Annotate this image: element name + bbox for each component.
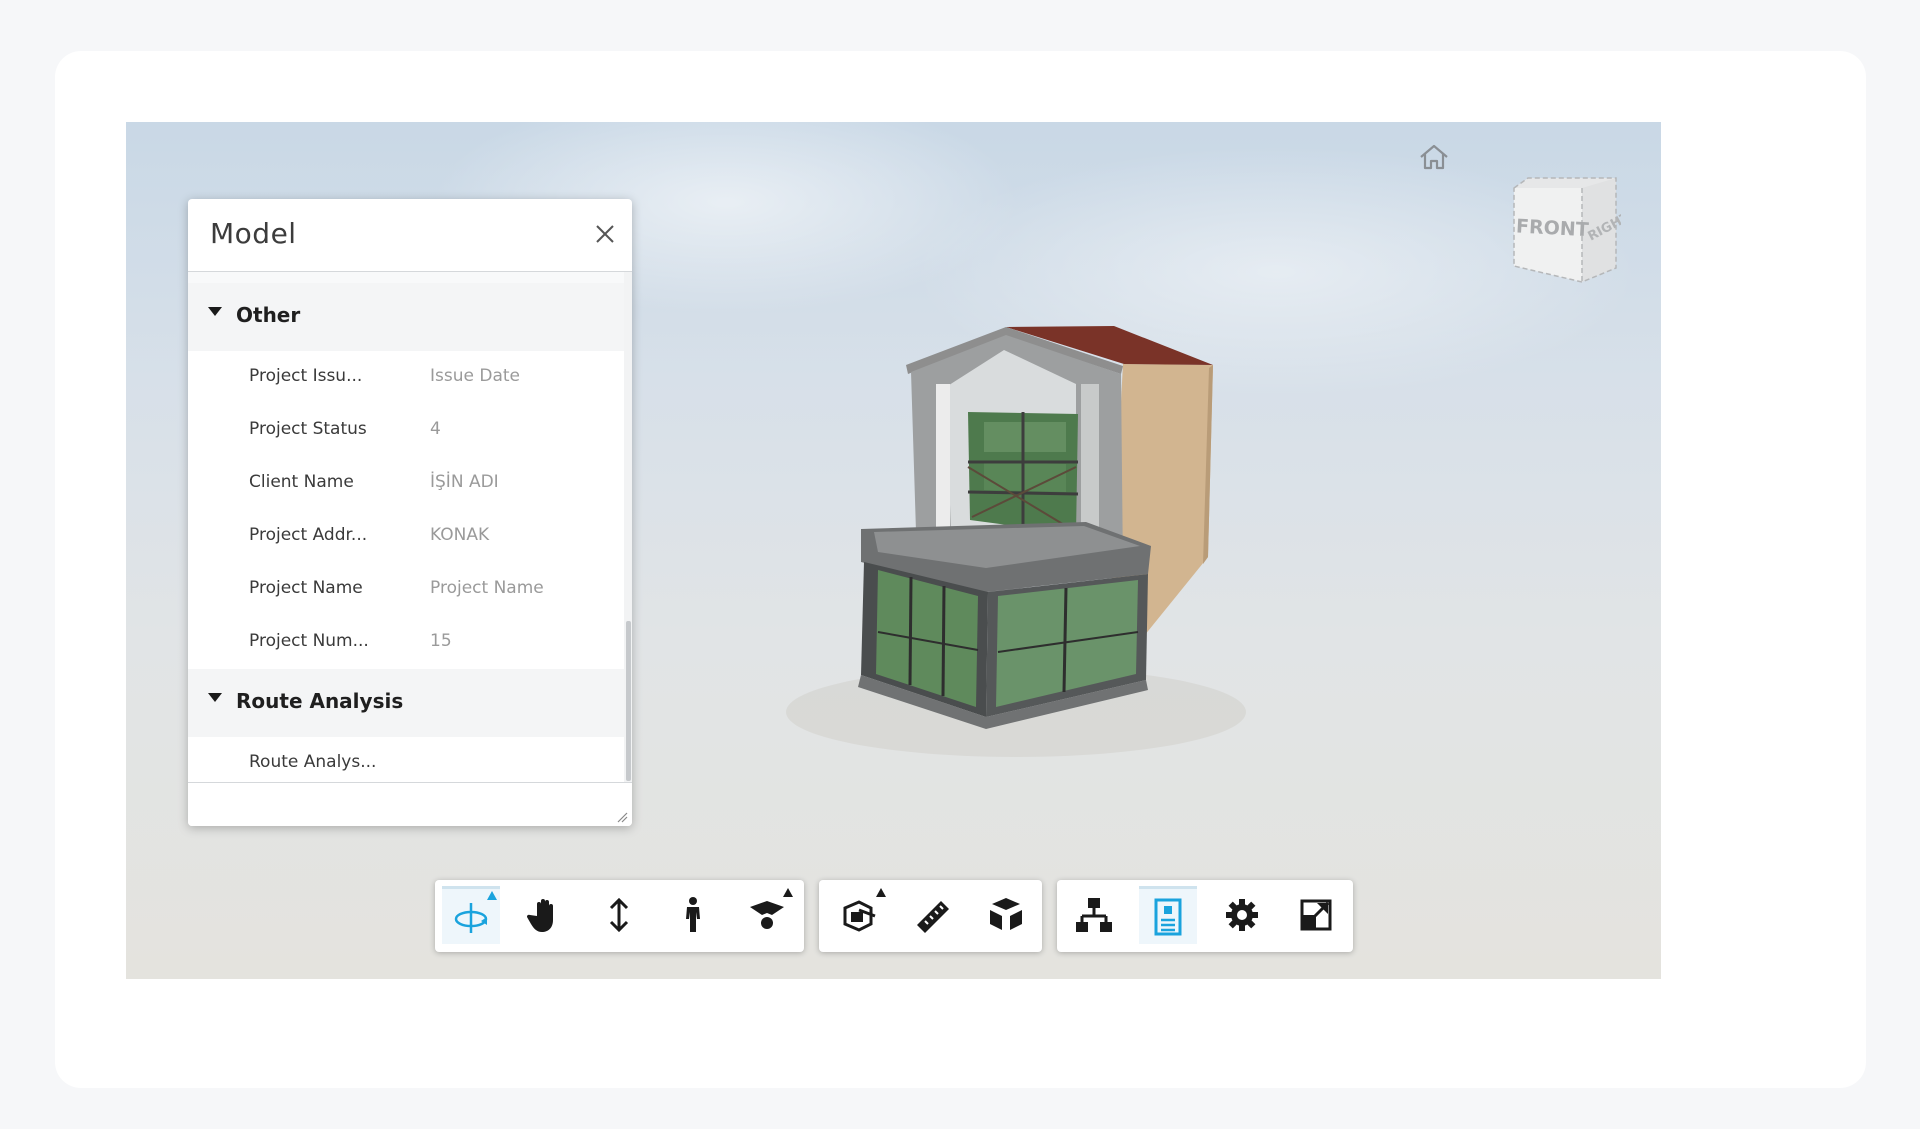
fullscreen-button[interactable] [1287, 886, 1345, 944]
property-value: Project Name [430, 578, 544, 598]
3d-viewer-canvas[interactable]: Model Other Project Issu... Issue Date P… [126, 122, 1661, 979]
group-header-route-analysis[interactable]: Route Analysis [188, 669, 624, 737]
orbit-button[interactable] [442, 886, 500, 944]
caret-up-icon [876, 888, 886, 897]
property-value: KONAK [430, 525, 490, 545]
pan-icon [527, 899, 553, 932]
settings-button[interactable] [1213, 886, 1271, 944]
toolbar-settings-group [1057, 880, 1353, 952]
explode-button[interactable] [977, 886, 1035, 944]
property-row[interactable]: Project Num... 15 [188, 616, 624, 669]
toolbar-navigation-group [435, 880, 804, 952]
property-name: Project Addr... [249, 525, 368, 545]
property-name: Route Analys... [249, 752, 377, 772]
fullscreen-icon [1300, 899, 1332, 931]
scrollbar-thumb[interactable] [626, 621, 631, 781]
camera-icon [750, 901, 784, 929]
property-value: İŞİN ADI [430, 472, 499, 492]
walk-button[interactable] [664, 886, 722, 944]
property-row[interactable]: Project Name Project Name [188, 563, 624, 616]
walk-icon [686, 897, 700, 932]
property-row[interactable]: Project Addr... KONAK [188, 510, 624, 563]
property-list: Other Project Issu... Issue Date Project… [188, 272, 624, 790]
toolbar-modeling-group [819, 880, 1042, 952]
property-row[interactable]: Project Issu... Issue Date [188, 351, 624, 404]
group-label: Route Analysis [236, 689, 404, 713]
panel-header[interactable]: Model [188, 199, 632, 272]
section-button[interactable] [831, 886, 889, 944]
dolly-button[interactable] [590, 886, 648, 944]
property-value: Issue Date [430, 366, 520, 386]
property-row[interactable]: Client Name İŞİN ADI [188, 457, 624, 510]
property-row[interactable]: Project Status 4 [188, 404, 624, 457]
camera-button[interactable] [738, 886, 796, 944]
property-name: Project Issu... [249, 366, 363, 386]
group-header-other[interactable]: Other [188, 283, 624, 351]
measure-icon [917, 901, 949, 933]
caret-up-icon [783, 888, 793, 897]
orbit-icon [454, 902, 488, 933]
property-value: 15 [430, 631, 452, 651]
panel-title: Model [210, 217, 297, 250]
viewcube-front-label: FRONT [1516, 215, 1590, 241]
property-name: Project Name [249, 578, 363, 598]
pan-button[interactable] [516, 886, 574, 944]
property-name: Client Name [249, 472, 354, 492]
property-value: 4 [430, 419, 441, 439]
panel-footer [188, 782, 632, 826]
close-icon[interactable] [594, 223, 616, 245]
dolly-icon [609, 897, 629, 933]
model-browser-icon [1076, 898, 1112, 932]
panel-scrollbar[interactable] [624, 272, 632, 782]
properties-icon [1154, 898, 1182, 935]
property-name: Project Status [249, 419, 367, 439]
caret-down-icon [208, 693, 222, 702]
group-label: Other [236, 303, 301, 327]
properties-button[interactable] [1139, 886, 1197, 944]
explode-icon [990, 898, 1022, 930]
property-name: Project Num... [249, 631, 369, 651]
resize-grip-icon[interactable] [616, 811, 628, 823]
home-icon[interactable] [1418, 142, 1450, 172]
model-browser-button[interactable] [1065, 886, 1123, 944]
measure-button[interactable] [904, 886, 962, 944]
viewcube[interactable]: FRONT RIGHT [1506, 174, 1621, 286]
model-properties-panel: Model Other Project Issu... Issue Date P… [188, 199, 632, 826]
section-icon [843, 900, 876, 932]
caret-up-icon [487, 891, 497, 900]
settings-gear-icon [1226, 899, 1258, 931]
caret-down-icon [208, 307, 222, 316]
